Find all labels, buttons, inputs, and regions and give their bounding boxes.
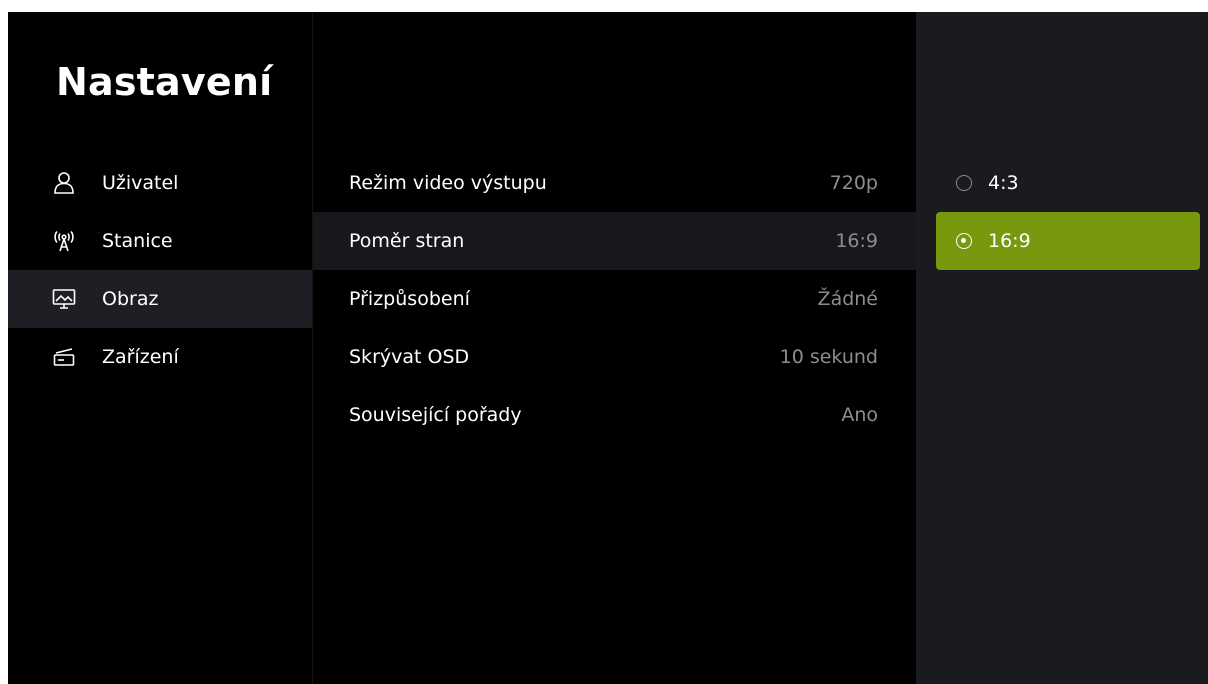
radio-button-selected[interactable] [956,233,972,249]
setting-label: Související pořady [349,404,522,426]
option-label: 16:9 [988,230,1031,252]
setting-row-fit[interactable]: Přizpůsobení Žádné [313,270,916,328]
setting-row-aspect-ratio[interactable]: Poměr stran 16:9 [313,212,916,270]
sidebar: Nastavení Uživatel Stanice Obraz Zařízen… [8,12,312,684]
user-icon [52,171,76,195]
setting-value: 10 sekund [779,346,878,368]
setting-row-video-output[interactable]: Režim video výstupu 720p [313,154,916,212]
page-title: Nastavení [56,60,273,104]
setting-label: Poměr stran [349,230,465,252]
sidebar-item-stations[interactable]: Stanice [8,212,312,270]
setting-value: Ano [841,404,878,426]
sidebar-item-label: Zařízení [102,346,179,368]
settings-list: Režim video výstupu 720p Poměr stran 16:… [313,12,916,684]
sidebar-nav: Uživatel Stanice Obraz Zařízení [8,154,312,386]
setting-label: Režim video výstupu [349,172,547,194]
option-label: 4:3 [988,172,1019,194]
setting-value: Žádné [817,288,878,310]
radio-button[interactable] [956,175,972,191]
options-panel: 4:3 16:9 [916,12,1208,684]
option-16-9[interactable]: 16:9 [936,212,1200,270]
setting-value: 720p [829,172,878,194]
picture-icon [52,287,76,311]
setting-label: Skrývat OSD [349,346,470,368]
device-icon [52,345,76,369]
option-4-3[interactable]: 4:3 [916,154,1208,212]
antenna-icon [52,229,76,253]
setting-row-hide-osd[interactable]: Skrývat OSD 10 sekund [313,328,916,386]
setting-value: 16:9 [835,230,878,252]
sidebar-item-picture[interactable]: Obraz [8,270,312,328]
sidebar-item-label: Stanice [102,230,173,252]
sidebar-item-label: Uživatel [102,172,179,194]
settings-screen: Nastavení Uživatel Stanice Obraz Zařízen… [8,12,1208,684]
setting-label: Přizpůsobení [349,288,470,310]
sidebar-item-user[interactable]: Uživatel [8,154,312,212]
sidebar-item-device[interactable]: Zařízení [8,328,312,386]
setting-row-related-shows[interactable]: Související pořady Ano [313,386,916,444]
sidebar-item-label: Obraz [102,288,159,310]
